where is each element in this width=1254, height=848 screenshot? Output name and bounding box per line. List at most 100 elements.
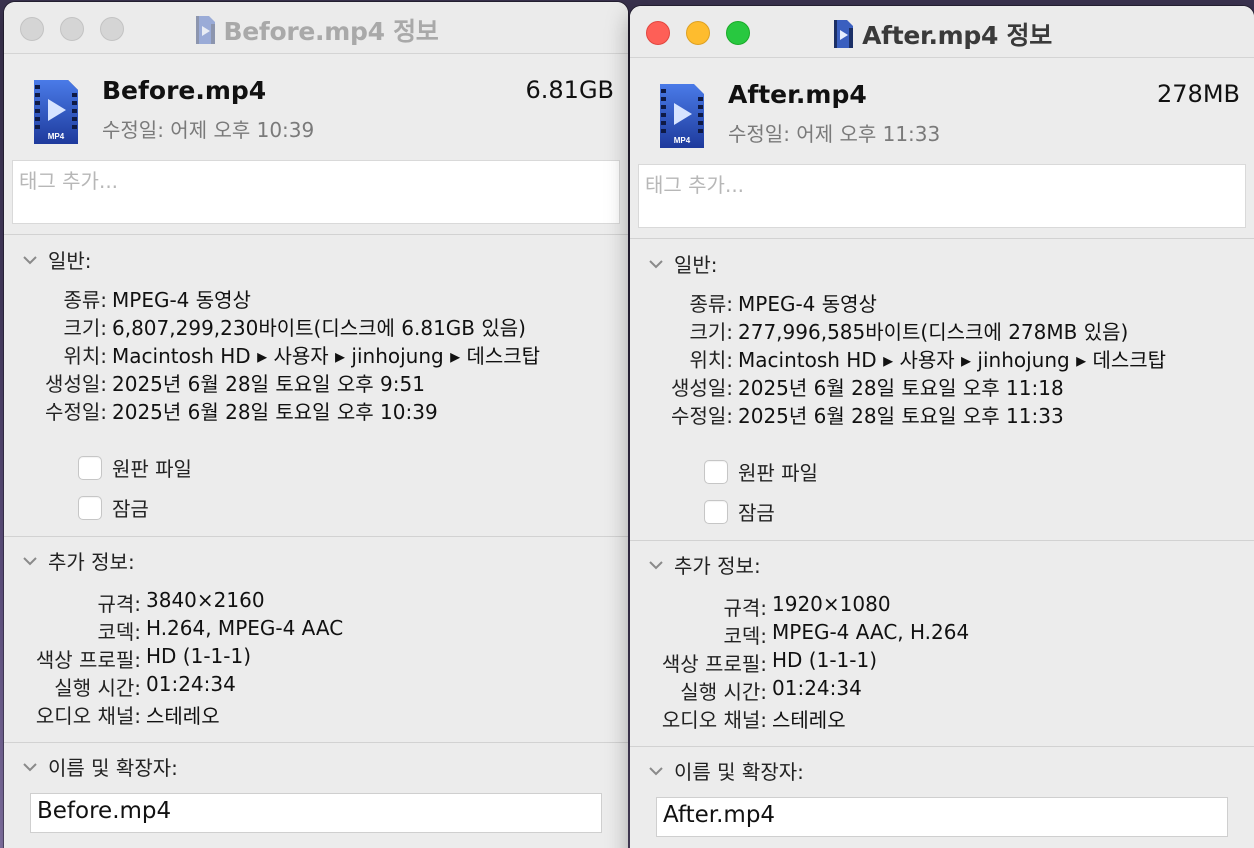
section-heading: 이름 및 확장자:: [48, 756, 178, 780]
stationery-checkbox-row[interactable]: 원판 파일: [704, 457, 818, 486]
section-heading: 추가 정보:: [48, 550, 135, 574]
created-value: 2025년 6월 28일 토요일 오후 9:51: [112, 372, 425, 396]
section-name-ext-toggle[interactable]: 이름 및 확장자:: [22, 752, 178, 781]
codecs-value: H.264, MPEG-4 AAC: [146, 616, 344, 640]
divider: [630, 746, 1254, 747]
dimensions-label: 규격:: [723, 596, 767, 620]
divider: [4, 234, 628, 235]
file-size: 6.81GB: [525, 76, 615, 104]
window-title: After.mp4 정보: [862, 21, 1052, 50]
size-value: 277,996,585바이트(디스크에 278MB 있음): [738, 320, 1129, 344]
section-heading: 일반:: [674, 253, 718, 277]
created-value: 2025년 6월 28일 토요일 오후 11:18: [738, 376, 1064, 400]
created-label: 생성일:: [45, 372, 107, 396]
kind-value: MPEG-4 동영상: [112, 288, 251, 312]
title-bar[interactable]: Before.mp4 정보: [4, 2, 628, 54]
modified-label: 수정일:: [671, 404, 733, 428]
mp4-file-icon: MP4: [660, 84, 704, 148]
modified-summary: 수정일: 어제 오후 10:39: [102, 118, 315, 142]
stationery-label: 원판 파일: [112, 457, 192, 481]
divider: [4, 536, 628, 537]
stationery-checkbox[interactable]: [704, 459, 728, 484]
duration-label: 실행 시간:: [54, 676, 141, 700]
duration-value: 01:24:34: [146, 672, 236, 696]
window-title: Before.mp4 정보: [223, 17, 439, 46]
mp4-file-icon: [195, 16, 215, 44]
dimensions-value: 3840×2160: [146, 588, 265, 612]
size-label: 크기:: [63, 316, 107, 340]
divider: [630, 238, 1254, 239]
where-value: Macintosh HD ▸ 사용자 ▸ jinhojung ▸ 데스크탑: [738, 348, 1167, 372]
file-header: MP4 Before.mp4 6.81GB 수정일: 어제 오후 10:39: [4, 54, 628, 156]
section-more-info-toggle[interactable]: 추가 정보:: [22, 546, 135, 575]
size-value: 6,807,299,230바이트(디스크에 6.81GB 있음): [112, 316, 526, 340]
codecs-label: 코덱:: [723, 624, 767, 648]
file-header: MP4 After.mp4 278MB 수정일: 어제 오후 11:33: [630, 58, 1254, 160]
color-profile-label: 색상 프로필:: [35, 648, 141, 672]
tags-input[interactable]: 태그 추가...: [12, 160, 620, 224]
color-profile-value: HD (1-1-1): [146, 644, 252, 668]
locked-checkbox-row[interactable]: 잠금: [704, 497, 775, 526]
modified-summary: 수정일: 어제 오후 11:33: [728, 122, 941, 146]
mp4-file-icon: MP4: [34, 80, 78, 144]
section-general-toggle[interactable]: 일반:: [648, 249, 718, 278]
mp4-file-icon: [834, 20, 854, 48]
info-window-before: Before.mp4 정보 MP4 Before.mp4 6.81GB 수정일:…: [4, 2, 628, 848]
duration-label: 실행 시간:: [680, 680, 767, 704]
divider: [630, 540, 1254, 541]
modified-label: 수정일:: [45, 400, 107, 424]
where-value: Macintosh HD ▸ 사용자 ▸ jinhojung ▸ 데스크탑: [112, 344, 541, 368]
name-extension-field[interactable]: After.mp4: [656, 797, 1228, 837]
file-size: 278MB: [1157, 80, 1240, 108]
locked-checkbox-row[interactable]: 잠금: [78, 493, 149, 522]
title-bar[interactable]: After.mp4 정보: [630, 6, 1254, 58]
dimensions-label: 규격:: [97, 592, 141, 616]
file-badge: MP4: [48, 132, 65, 141]
name-extension-field[interactable]: Before.mp4: [30, 793, 602, 833]
chevron-down-icon: [649, 560, 663, 569]
stationery-label: 원판 파일: [738, 461, 818, 485]
audio-channels-label: 오디오 채널:: [661, 708, 767, 732]
locked-checkbox[interactable]: [704, 499, 728, 524]
audio-channels-label: 오디오 채널:: [35, 704, 141, 728]
section-heading: 추가 정보:: [674, 554, 761, 578]
stationery-checkbox-row[interactable]: 원판 파일: [78, 453, 192, 482]
section-heading: 일반:: [48, 249, 92, 273]
color-profile-label: 색상 프로필:: [661, 652, 767, 676]
chevron-down-icon: [649, 766, 663, 775]
duration-value: 01:24:34: [772, 676, 862, 700]
section-more-info-toggle[interactable]: 추가 정보:: [648, 550, 761, 579]
locked-checkbox[interactable]: [78, 495, 102, 520]
modified-value: 2025년 6월 28일 토요일 오후 10:39: [112, 400, 438, 424]
where-label: 위치:: [689, 348, 733, 372]
chevron-down-icon: [23, 762, 37, 771]
kind-label: 종류:: [689, 292, 733, 316]
locked-label: 잠금: [738, 501, 775, 525]
audio-channels-value: 스테레오: [772, 708, 846, 732]
size-label: 크기:: [689, 320, 733, 344]
section-general-toggle[interactable]: 일반:: [22, 245, 92, 274]
color-profile-value: HD (1-1-1): [772, 648, 878, 672]
where-label: 위치:: [63, 344, 107, 368]
audio-channels-value: 스테레오: [146, 704, 220, 728]
dimensions-value: 1920×1080: [772, 592, 891, 616]
file-name: Before.mp4: [102, 76, 267, 105]
stationery-checkbox[interactable]: [78, 455, 102, 480]
file-badge: MP4: [674, 136, 691, 145]
kind-label: 종류:: [63, 288, 107, 312]
divider: [4, 742, 628, 743]
codecs-label: 코덱:: [97, 620, 141, 644]
locked-label: 잠금: [112, 497, 149, 521]
tags-input[interactable]: 태그 추가...: [638, 164, 1246, 228]
created-label: 생성일:: [671, 376, 733, 400]
chevron-down-icon: [23, 255, 37, 264]
section-heading: 이름 및 확장자:: [674, 760, 804, 784]
file-name: After.mp4: [728, 80, 867, 109]
info-window-after: After.mp4 정보 MP4 After.mp4 278MB 수정일: 어제…: [630, 6, 1254, 848]
chevron-down-icon: [23, 556, 37, 565]
codecs-value: MPEG-4 AAC, H.264: [772, 620, 970, 644]
chevron-down-icon: [649, 259, 663, 268]
modified-value: 2025년 6월 28일 토요일 오후 11:33: [738, 404, 1064, 428]
kind-value: MPEG-4 동영상: [738, 292, 877, 316]
section-name-ext-toggle[interactable]: 이름 및 확장자:: [648, 756, 804, 785]
